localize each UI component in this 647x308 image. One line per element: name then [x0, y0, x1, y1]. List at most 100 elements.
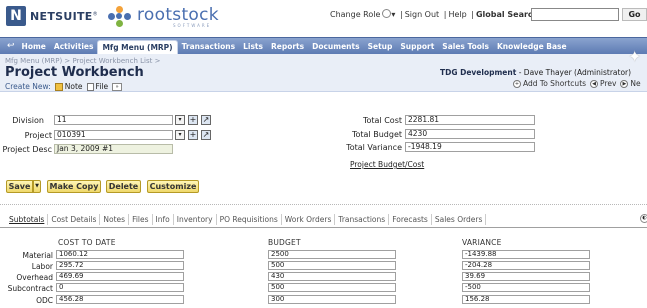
- row-label-odc: ODC: [36, 296, 53, 305]
- subtab-files[interactable]: Files: [129, 214, 153, 225]
- total-cost-field[interactable]: 2281.81: [405, 115, 535, 125]
- global-search-label: Global Search: [475, 10, 539, 19]
- variance-cell-subcontract[interactable]: -500: [462, 283, 590, 292]
- add-shortcut-icon[interactable]: +: [513, 79, 521, 88]
- row-label-labor: Labor: [31, 262, 53, 271]
- make-copy-button[interactable]: Make Copy: [47, 180, 101, 193]
- rootstock-logo: rootstock SOFTWARE: [106, 6, 219, 28]
- create-file-link[interactable]: File: [86, 82, 109, 91]
- prev-link[interactable]: Prev: [600, 79, 616, 88]
- total-cost-label: Total Cost: [362, 116, 402, 125]
- row-label-subcontract: Subcontract: [7, 284, 53, 293]
- save-dropdown-icon[interactable]: ▼: [33, 180, 41, 193]
- help-link[interactable]: Help: [448, 10, 466, 19]
- separator: |: [399, 10, 403, 19]
- column-header-budget: BUDGET: [268, 238, 301, 247]
- next-link[interactable]: Ne: [630, 79, 640, 88]
- subtab-work-orders[interactable]: Work Orders: [282, 214, 336, 225]
- row-label-overhead: Overhead: [16, 273, 53, 282]
- division-dropdown-icon[interactable]: ▾: [175, 115, 185, 125]
- breadcrumb[interactable]: Mfg Menu (MRP) > Project Workbench List …: [5, 57, 160, 65]
- budget-cell-material[interactable]: 2500: [268, 250, 396, 259]
- budget-cell-overhead[interactable]: 430: [268, 272, 396, 281]
- main-nav: ↩ Home Activities Mfg Menu (MRP) Transac…: [0, 37, 647, 55]
- create-note-link[interactable]: Note: [54, 82, 83, 91]
- subtab-po-requisitions[interactable]: PO Requisitions: [217, 214, 282, 225]
- budget-cell-labor[interactable]: 500: [268, 261, 396, 270]
- create-file-label: File: [95, 82, 109, 91]
- delete-button[interactable]: Delete: [106, 180, 141, 193]
- subtab-sales-orders[interactable]: Sales Orders: [432, 214, 487, 225]
- go-button[interactable]: Go: [622, 8, 647, 21]
- division-field[interactable]: 11: [54, 115, 173, 125]
- company-user-info: TDG Development - Dave Thayer (Administr…: [440, 68, 631, 77]
- shortcut-bar: + Add To Shortcuts ◀ Prev ▶ Ne: [509, 79, 641, 88]
- cost-cell-overhead[interactable]: 469.69: [56, 272, 184, 281]
- division-open-icon[interactable]: ↗: [201, 115, 211, 125]
- variance-cell-labor[interactable]: -204.28: [462, 261, 590, 270]
- cost-cell-odc[interactable]: 456.28: [56, 295, 184, 304]
- variance-cell-overhead[interactable]: 39.69: [462, 272, 590, 281]
- cost-cell-material[interactable]: 1060.12: [56, 250, 184, 259]
- star-icon[interactable]: ✦: [628, 47, 641, 66]
- budget-cell-subcontract[interactable]: 500: [268, 283, 396, 292]
- budget-cell-odc[interactable]: 300: [268, 295, 396, 304]
- column-header-variance: VARIANCE: [462, 238, 502, 247]
- subtab-inventory[interactable]: Inventory: [174, 214, 217, 225]
- nav-tab-home[interactable]: Home: [18, 38, 50, 55]
- subtab-subtotals[interactable]: Subtotals: [6, 214, 49, 225]
- add-to-shortcuts-link[interactable]: Add To Shortcuts: [523, 79, 586, 88]
- rootstock-dots-icon: [106, 6, 134, 28]
- subtab-notes[interactable]: Notes: [100, 214, 130, 225]
- netsuite-logo[interactable]: N NETSUITE®: [6, 6, 98, 26]
- project-open-icon[interactable]: ↗: [201, 130, 211, 140]
- project-budget-cost-link[interactable]: Project Budget/Cost: [350, 160, 424, 169]
- nav-tab-knowledge-base[interactable]: Knowledge Base: [493, 38, 571, 55]
- nav-tab-documents[interactable]: Documents: [308, 38, 363, 55]
- subtab-more-icon[interactable]: ◐: [640, 214, 647, 223]
- sign-out-link[interactable]: Sign Out: [405, 10, 440, 19]
- subtab-info[interactable]: Info: [153, 214, 174, 225]
- project-field[interactable]: 010391: [54, 130, 173, 140]
- subtab-forecasts[interactable]: Forecasts: [389, 214, 432, 225]
- more-options-icon[interactable]: »: [112, 82, 123, 91]
- cost-cell-subcontract[interactable]: 0: [56, 283, 184, 292]
- subtab-cost-details[interactable]: Cost Details: [48, 214, 101, 225]
- nav-tab-reports[interactable]: Reports: [267, 38, 308, 55]
- nav-tab-support[interactable]: Support: [396, 38, 438, 55]
- page-header: Mfg Menu (MRP) > Project Workbench List …: [0, 54, 647, 92]
- save-button[interactable]: Save: [6, 180, 33, 193]
- total-budget-field[interactable]: 4230: [405, 129, 535, 139]
- customize-button[interactable]: Customize: [147, 180, 199, 193]
- project-dropdown-icon[interactable]: ▾: [175, 130, 185, 140]
- next-arrow-icon[interactable]: ▶: [620, 79, 629, 88]
- netsuite-logo-word: NETSUITE: [30, 9, 93, 23]
- nav-tab-activities[interactable]: Activities: [50, 38, 98, 55]
- prev-arrow-icon[interactable]: ◀: [590, 79, 599, 88]
- subtab-transactions[interactable]: Transactions: [335, 214, 390, 225]
- project-add-icon[interactable]: +: [188, 130, 198, 140]
- row-label-material: Material: [22, 251, 53, 260]
- nav-tab-transactions[interactable]: Transactions: [178, 38, 239, 55]
- section-divider: [0, 204, 647, 205]
- subtab-divider: [0, 227, 647, 228]
- nav-tab-setup[interactable]: Setup: [364, 38, 397, 55]
- nav-tab-lists[interactable]: Lists: [239, 38, 267, 55]
- back-arrow-icon[interactable]: ↩: [7, 41, 15, 51]
- variance-cell-material[interactable]: -1439.88: [462, 250, 590, 259]
- column-header-cost: COST TO DATE: [58, 238, 116, 247]
- netsuite-logo-text: NETSUITE®: [30, 10, 98, 23]
- division-add-icon[interactable]: +: [188, 115, 198, 125]
- trademark-mark: ®: [92, 10, 98, 17]
- cost-cell-labor[interactable]: 295.72: [56, 261, 184, 270]
- nav-tab-mfg-menu[interactable]: Mfg Menu (MRP): [97, 39, 178, 55]
- variance-cell-odc[interactable]: 156.28: [462, 295, 590, 304]
- separator: |: [443, 10, 447, 19]
- change-role-link[interactable]: Change Role: [330, 10, 380, 19]
- global-search-input[interactable]: [531, 8, 619, 21]
- nav-tab-sales-tools[interactable]: Sales Tools: [438, 38, 493, 55]
- total-variance-field[interactable]: -1948.19: [405, 142, 535, 152]
- create-note-label: Note: [64, 82, 83, 91]
- user-name: - Dave Thayer (Administrator): [516, 68, 632, 77]
- project-label: Project: [24, 131, 52, 140]
